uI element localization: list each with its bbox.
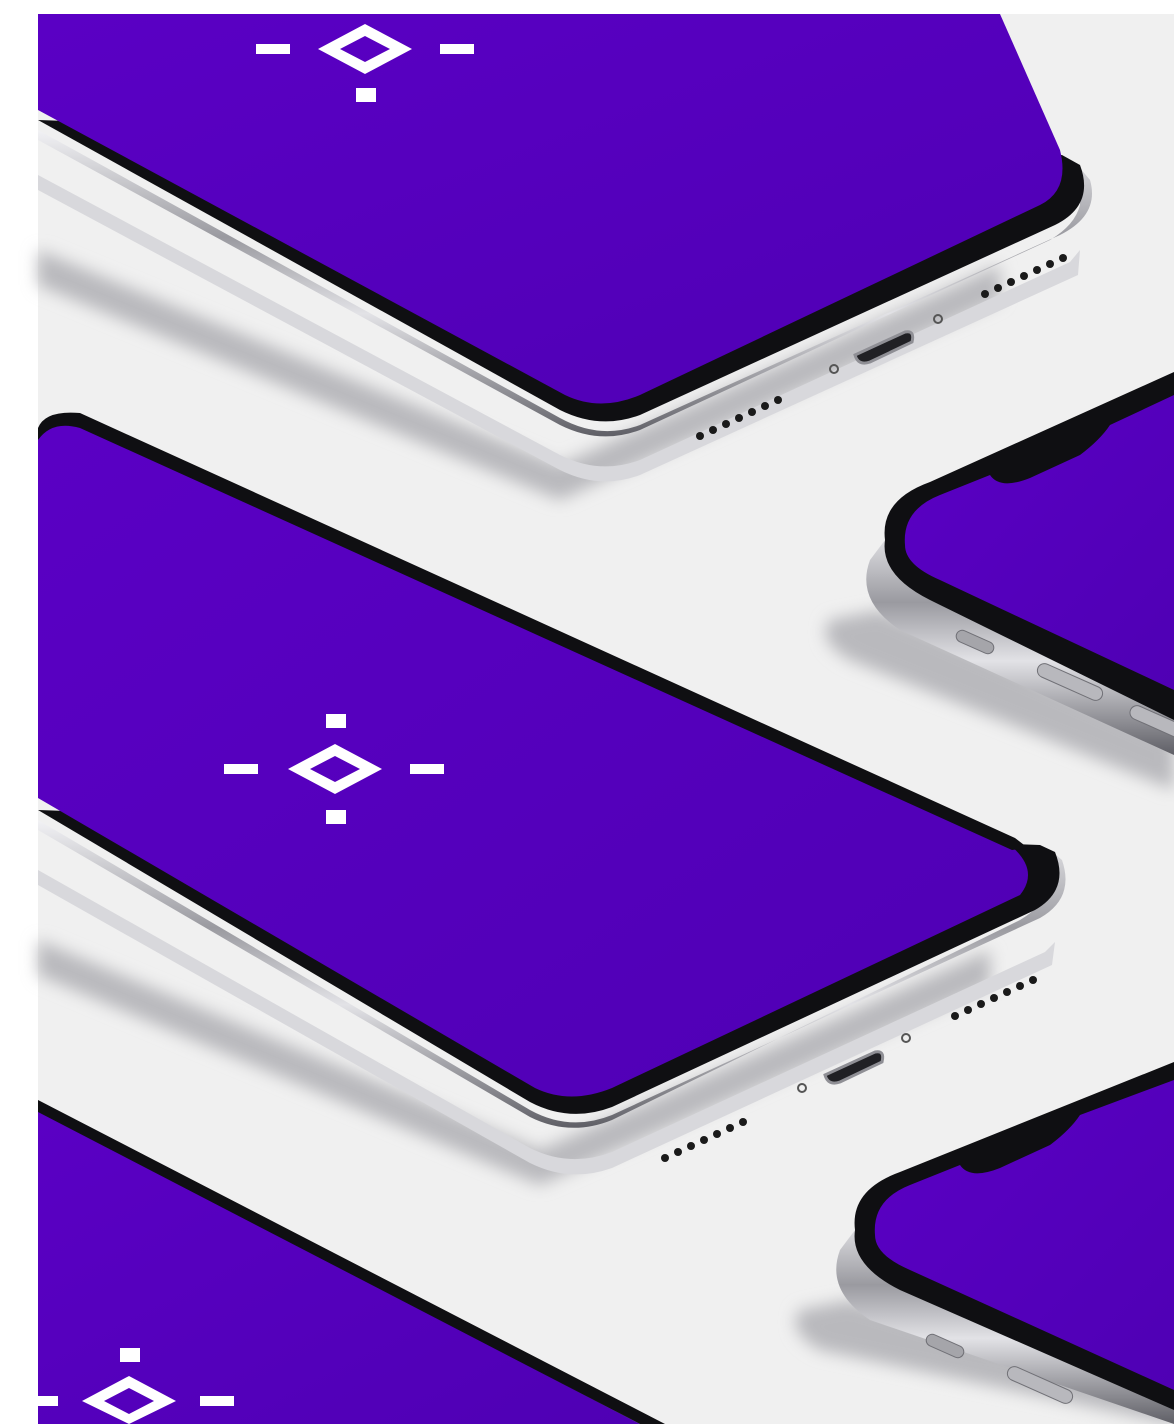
phone-mockup-scene [0,0,1174,1424]
scene-canvas [0,0,1174,1424]
